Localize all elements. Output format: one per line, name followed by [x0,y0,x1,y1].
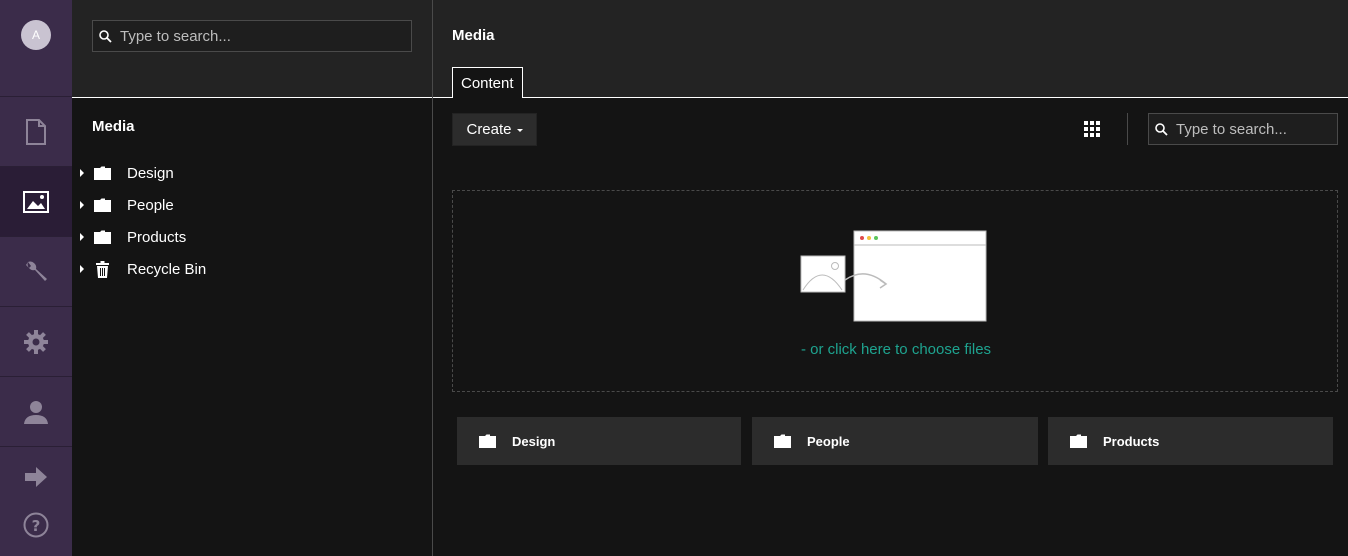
folder-card-label: Products [1103,433,1160,449]
document-icon [26,118,46,145]
folder-grid: Design People Products [457,417,1333,465]
nav-item-members[interactable] [0,377,72,447]
folder-icon [93,230,111,244]
tree-header [72,0,432,98]
tree-item-label: Design [127,164,174,182]
folder-card-people[interactable]: People [752,417,1038,465]
tree-item-products[interactable]: Products [72,221,206,253]
folder-icon [774,434,791,448]
toolbar: Create [452,113,1338,146]
upload-illustration-icon [800,230,987,322]
nav-item-content[interactable] [0,97,72,167]
tree-title: Media [92,118,135,135]
folder-card-products[interactable]: Products [1048,417,1333,465]
gear-icon [24,329,48,354]
editor-header: Media Content [433,0,1348,98]
arrow-right-icon [25,467,47,487]
search-icon [99,29,112,43]
section-nav: A ? [0,0,72,556]
tree-search[interactable] [92,20,412,52]
nav-item-media[interactable] [0,167,72,237]
tree-panel: Media Design People Pr [72,0,432,556]
tree-list: Design People Products Recycle Bin [72,157,206,285]
grid-view-icon[interactable] [1084,121,1100,142]
avatar[interactable]: A [21,20,51,50]
tree-item-people[interactable]: People [72,189,206,221]
folder-icon [93,198,111,212]
main-editor: Media Content Create Type to search... -… [433,0,1348,556]
avatar-area: A [0,0,72,97]
folder-card-label: Design [512,433,556,449]
folder-card-design[interactable]: Design [457,417,741,465]
upload-dropzone[interactable]: - or click here to choose files [452,190,1338,392]
caret-right-icon[interactable] [80,265,84,273]
create-button-label: Create [466,121,512,138]
search-icon [1155,122,1168,136]
create-button[interactable]: Create [452,113,537,146]
user-icon [24,400,48,424]
tree-item-label: Recycle Bin [127,260,207,278]
nav-item-settings-tools[interactable] [0,237,72,307]
folder-card-label: People [807,433,850,449]
page-title: Media [452,27,495,44]
toolbar-divider [1127,113,1128,145]
trash-icon [93,260,111,278]
app: A ? Type to search... Media Design Peopl… [0,0,1348,556]
list-search-input[interactable] [1176,120,1326,138]
folder-icon [93,166,111,180]
nav-help[interactable]: ? [0,512,72,538]
caret-right-icon[interactable] [80,201,84,209]
folder-icon [479,434,496,448]
tree-item-label: People [127,196,174,214]
folder-icon [1070,434,1087,448]
help-icon: ? [23,512,49,538]
tree-item-design[interactable]: Design [72,157,206,189]
tree-search-input[interactable] [120,27,400,45]
media-image-icon [23,190,49,213]
tab-content[interactable]: Content [452,67,523,98]
tree-item-label: Products [127,228,187,246]
caret-down-icon [516,129,523,132]
wrench-icon [26,261,47,281]
choose-files-link[interactable]: - or click here to choose files [453,341,1339,358]
svg-text:?: ? [32,517,41,535]
nav-item-settings[interactable] [0,307,72,377]
caret-right-icon[interactable] [80,169,84,177]
nav-logout[interactable] [0,465,72,489]
tree-item-recycle-bin[interactable]: Recycle Bin [72,253,206,285]
caret-right-icon[interactable] [80,233,84,241]
list-search[interactable] [1148,113,1338,145]
